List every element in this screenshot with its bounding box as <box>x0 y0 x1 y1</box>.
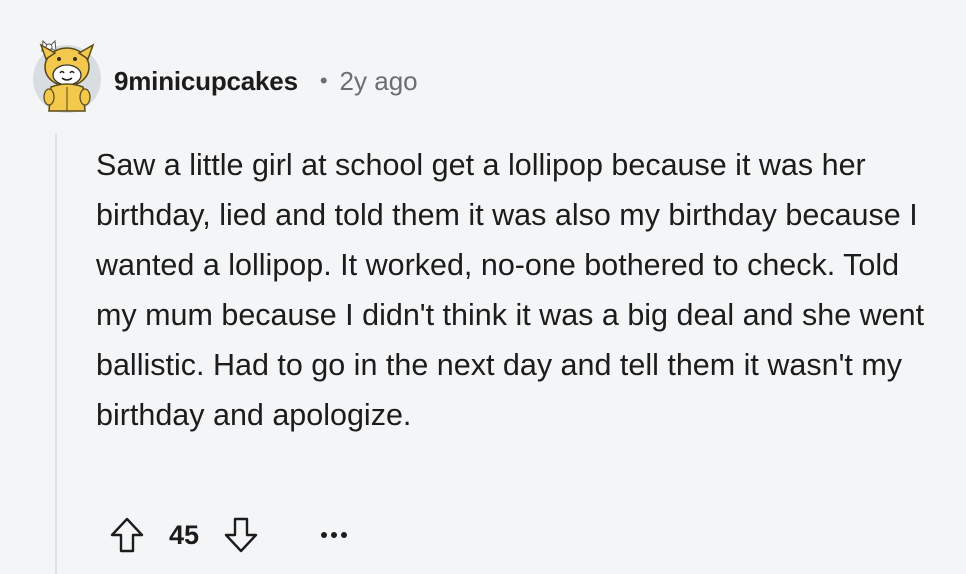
snoo-avatar-icon <box>33 39 101 113</box>
downvote-button[interactable] <box>218 511 264 559</box>
avatar[interactable] <box>29 37 103 115</box>
downvote-arrow-icon <box>224 517 258 553</box>
comment-actions: 45 <box>104 511 352 559</box>
upvote-arrow-icon <box>110 517 144 553</box>
more-options-button[interactable] <box>316 515 352 555</box>
meta-separator: • <box>319 68 328 93</box>
comment-timestamp[interactable]: 2y ago <box>340 66 418 97</box>
vote-score: 45 <box>168 519 200 550</box>
thread-line <box>55 133 57 574</box>
comment-header: 9minicupcakes • 2y ago <box>114 63 418 99</box>
comment-body: Saw a little girl at school get a lollip… <box>96 148 925 432</box>
upvote-button[interactable] <box>104 511 150 559</box>
more-options-icon <box>321 532 347 538</box>
username-link[interactable]: 9minicupcakes <box>114 66 298 97</box>
